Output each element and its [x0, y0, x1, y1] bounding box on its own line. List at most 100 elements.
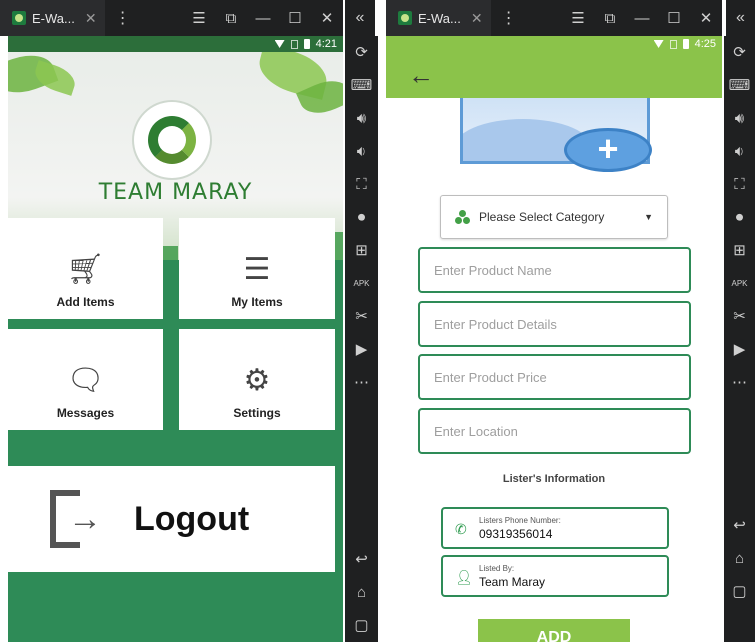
volume-down-icon[interactable]: 🔉︎ — [723, 135, 755, 168]
recents-icon[interactable]: ▢ — [345, 609, 378, 642]
phone-value: 09319356014 — [479, 526, 553, 541]
sync-icon[interactable]: ⟳ — [345, 36, 378, 69]
my-items-tile[interactable]: ☰ My Items — [179, 218, 335, 319]
cart-add-icon: 🛒︎ — [66, 253, 105, 286]
more-icon[interactable]: ⋯ — [723, 366, 755, 399]
keyboard-icon[interactable]: ⌨ — [345, 69, 378, 102]
add-items-tile[interactable]: 🛒︎ Add Items — [8, 218, 163, 319]
minimize-icon[interactable]: — — [626, 10, 658, 27]
recents-icon[interactable]: ▢ — [723, 575, 755, 608]
right-app-tab[interactable]: E-Wa... ✕ — [386, 0, 491, 36]
my-items-label: My Items — [231, 295, 283, 309]
messages-label: Messages — [56, 406, 115, 420]
brand-title: TEAM MARAY — [98, 180, 253, 205]
leaf-decoration — [31, 60, 79, 96]
category-icon — [455, 210, 471, 224]
volume-up-icon[interactable]: 🔊︎ — [723, 102, 755, 135]
phone-icon: ✆ — [455, 521, 467, 537]
right-titlebar: E-Wa... ✕ ⋮ ☰ ⧉ — ☐ ✕ — [386, 0, 722, 36]
status-bar: 4:25 — [386, 36, 722, 52]
messages-tile[interactable]: 🗨︎ Messages — [8, 329, 163, 430]
wifi-icon — [274, 40, 285, 48]
volume-up-icon[interactable]: 🔊︎ — [345, 102, 378, 135]
phone-label: Listers Phone Number: — [479, 515, 561, 525]
sim-icon — [290, 39, 298, 49]
home-screen: 4:21 TEAM MARAY 🛒︎ Add Items ☰ My Items — [8, 36, 343, 642]
lister-phone-field[interactable]: ✆ Listers Phone Number: 09319356014 — [441, 507, 669, 549]
left-emulator-sidebar: ⟳ ⌨ 🔊︎ 🔉︎ ⛶ ⏺ ⊞ APK ✂ ▶ ⋯ ↩ ⌂ ▢ — [345, 36, 378, 642]
cut-icon[interactable]: ✂ — [345, 300, 378, 333]
battery-icon — [682, 39, 689, 49]
close-window-icon[interactable]: ✕ — [311, 9, 343, 27]
close-tab-icon[interactable]: ✕ — [85, 10, 97, 27]
settings-label: Settings — [233, 406, 281, 420]
hamburger-icon[interactable]: ☰ — [183, 9, 215, 27]
location-field[interactable]: Enter Location — [418, 408, 691, 454]
cut-icon[interactable]: ✂ — [723, 300, 755, 333]
product-price-field[interactable]: Enter Product Price — [418, 354, 691, 400]
apk-icon[interactable]: APK — [345, 267, 378, 300]
menu-kebab-icon[interactable]: ⋮ — [501, 8, 517, 28]
screenshot-root: E-Wa... ✕ ⋮ ☰ ⧉ — ☐ ✕ « ⟳ ⌨ 🔊︎ 🔉︎ ⛶ ⏺ ⊞ … — [0, 0, 755, 642]
menu-kebab-icon[interactable]: ⋮ — [115, 8, 131, 28]
add-window-icon[interactable]: ⊞ — [723, 234, 755, 267]
keyboard-icon[interactable]: ⌨ — [723, 69, 755, 102]
message-icon: 🗨︎ — [66, 364, 105, 397]
add-photo-button[interactable]: + — [564, 128, 652, 172]
listed-by-value: Team Maray — [479, 574, 546, 589]
person-icon: 👤︎ — [455, 569, 473, 585]
close-tab-icon[interactable]: ✕ — [471, 10, 483, 27]
apk-icon[interactable]: APK — [723, 267, 755, 300]
listed-by-label: Listed By: — [479, 563, 515, 573]
close-window-icon[interactable]: ✕ — [690, 9, 722, 27]
logout-label: Logout — [134, 499, 250, 538]
back-arrow-icon[interactable]: ← — [408, 62, 434, 88]
home-icon[interactable]: ⌂ — [723, 542, 755, 575]
minimize-icon[interactable]: — — [247, 10, 279, 27]
add-item-screen: 4:25 ← + Please Select Category ▼ Enter … — [386, 36, 722, 642]
screenshot-icon[interactable]: ⛶ — [723, 168, 755, 201]
right-window-controls: ☰ ⧉ — ☐ ✕ — [562, 9, 722, 28]
clock: 4:25 — [694, 38, 716, 50]
add-window-icon[interactable]: ⊞ — [345, 234, 378, 267]
maximize-icon[interactable]: ☐ — [658, 9, 690, 27]
back-icon[interactable]: ↩ — [345, 543, 378, 576]
clock: 4:21 — [315, 38, 337, 50]
video-icon[interactable]: ▶ — [345, 333, 378, 366]
hamburger-icon[interactable]: ☰ — [562, 9, 594, 27]
back-icon[interactable]: ↩ — [723, 509, 755, 542]
restore-window-icon[interactable]: ⧉ — [594, 10, 626, 27]
left-tab-title: E-Wa... — [32, 10, 75, 26]
category-select[interactable]: Please Select Category ▼ — [440, 195, 668, 239]
listed-by-field[interactable]: 👤︎ Listed By: Team Maray — [441, 555, 669, 597]
gear-icon: ⚙ — [243, 364, 271, 397]
logout-icon: → — [50, 490, 108, 548]
battery-icon — [303, 39, 310, 49]
logout-button[interactable]: → Logout — [8, 466, 335, 572]
left-collapse-icon[interactable]: « — [345, 0, 375, 36]
product-name-field[interactable]: Enter Product Name — [418, 247, 691, 293]
left-app-tab[interactable]: E-Wa... ✕ — [0, 0, 105, 36]
record-icon[interactable]: ⏺ — [723, 201, 755, 234]
sync-icon[interactable]: ⟳ — [723, 36, 755, 69]
settings-tile[interactable]: ⚙ Settings — [179, 329, 335, 430]
right-tab-title: E-Wa... — [418, 10, 461, 26]
recycle-logo — [134, 102, 210, 178]
left-window-controls: ☰ ⧉ — ☐ ✕ — [183, 9, 343, 28]
screenshot-icon[interactable]: ⛶ — [345, 168, 378, 201]
volume-down-icon[interactable]: 🔉︎ — [345, 135, 378, 168]
app-icon — [12, 11, 26, 25]
status-bar: 4:21 — [8, 36, 343, 52]
video-icon[interactable]: ▶ — [723, 333, 755, 366]
product-details-field[interactable]: Enter Product Details — [418, 301, 691, 347]
restore-window-icon[interactable]: ⧉ — [215, 10, 247, 27]
maximize-icon[interactable]: ☐ — [279, 9, 311, 27]
record-icon[interactable]: ⏺ — [345, 201, 378, 234]
add-button[interactable]: ADD — [478, 619, 630, 642]
add-items-label: Add Items — [56, 295, 115, 309]
home-icon[interactable]: ⌂ — [345, 576, 378, 609]
more-icon[interactable]: ⋯ — [345, 366, 378, 399]
left-titlebar: E-Wa... ✕ ⋮ ☰ ⧉ — ☐ ✕ — [0, 0, 343, 36]
category-placeholder: Please Select Category — [479, 210, 605, 224]
right-collapse-icon[interactable]: « — [726, 0, 755, 36]
